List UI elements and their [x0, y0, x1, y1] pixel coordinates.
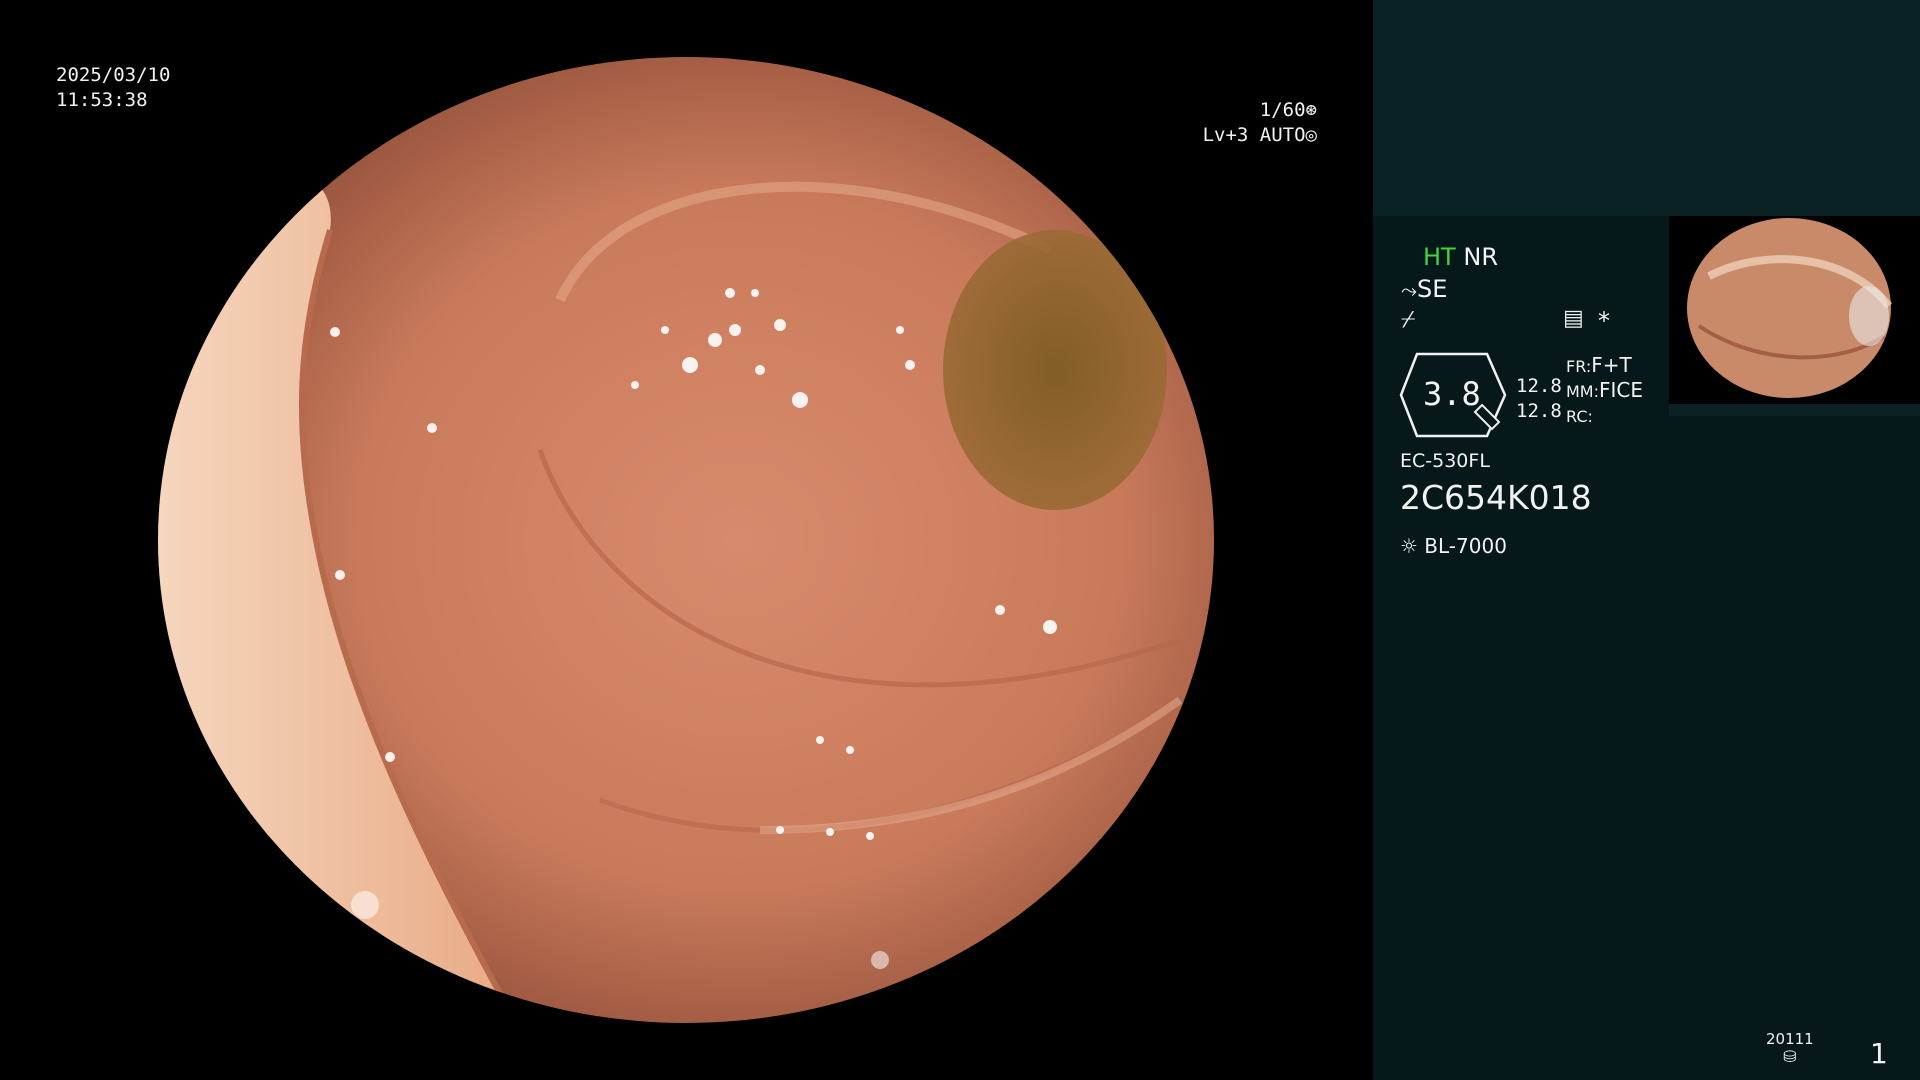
scope-serial: 2C654K018 [1400, 478, 1592, 517]
storage-count: 20111 [1766, 1030, 1814, 1048]
fr-label: FR: [1566, 357, 1592, 376]
scale-value: 3.8 [1423, 375, 1481, 413]
iris-icon: ◎ [1305, 124, 1317, 146]
rc-label: RC: [1566, 407, 1593, 426]
level-text: Lv+3 AUTO [1202, 124, 1306, 146]
mm-label: MM: [1566, 382, 1599, 401]
info-panel: HT NR ⤳SE ⌿ ▤ * 3.8 12.8 12.8 FR:F+T MM:… [1373, 0, 1920, 1080]
flash-icon: ⌿ [1401, 305, 1416, 333]
light-source: BL-7000 [1424, 534, 1507, 558]
mode-indicators: HT NR [1423, 243, 1498, 271]
menu-icon: ▤ [1563, 306, 1584, 331]
rc-row: RC: [1566, 400, 1593, 431]
endoscopic-image [158, 57, 1214, 1023]
mode-ht: HT [1423, 243, 1456, 271]
time-text: 11:53:38 [56, 89, 148, 111]
datetime-display: 2025/03/10 11:53:38 [56, 63, 170, 113]
mode-nr: NR [1463, 243, 1498, 271]
page-number: 1 [1870, 1037, 1888, 1070]
date-text: 2025/03/10 [56, 64, 171, 86]
light-source-row: ☼ BL-7000 [1400, 532, 1507, 560]
storage-indicator: 20111 ⛁ [1766, 1030, 1814, 1066]
mm-value: FICE [1599, 378, 1644, 402]
captured-thumbnail[interactable] [1669, 216, 1920, 416]
asterisk-mark: * [1598, 307, 1610, 335]
scope-model: EC-530FL [1400, 450, 1490, 472]
endoscope-view: 2025/03/10 11:53:38 1/60⊛ Lv+3 AUTO◎ [0, 0, 1373, 1080]
fr-value: F+T [1591, 353, 1632, 377]
signal-icon: ⤳ [1401, 278, 1417, 302]
value-2: 12.8 [1516, 400, 1562, 422]
se-indicator: ⤳SE [1401, 275, 1447, 304]
exposure-display: 1/60⊛ Lv+3 AUTO◎ [1203, 98, 1317, 148]
aperture-icon: ⊛ [1305, 99, 1317, 121]
light-icon: ☼ [1400, 534, 1418, 558]
value-1: 12.8 [1516, 375, 1562, 397]
storage-icon: ⛁ [1783, 1047, 1797, 1066]
shutter-text: 1/60 [1259, 99, 1306, 121]
se-text: SE [1417, 275, 1448, 303]
panel-header [1373, 0, 1920, 216]
